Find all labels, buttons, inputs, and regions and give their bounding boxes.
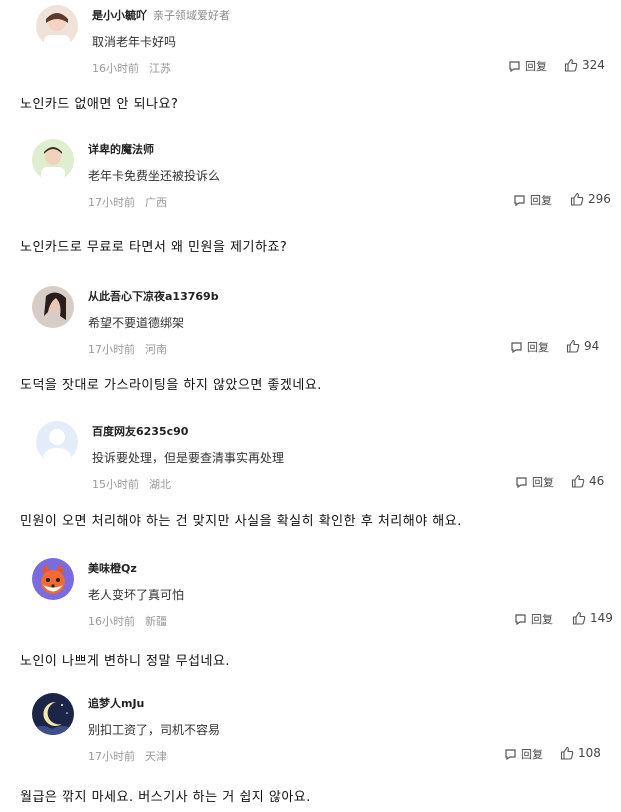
reply-button[interactable]: 回复: [514, 611, 553, 627]
username[interactable]: 美味橙Qz: [88, 562, 137, 575]
user-avatar[interactable]: [36, 421, 78, 463]
user-avatar[interactable]: [36, 5, 78, 47]
like-button[interactable]: 296: [570, 192, 611, 206]
comment-time: 17小时前: [88, 343, 135, 356]
reply-label: 回复: [531, 613, 553, 626]
user-avatar[interactable]: [32, 286, 74, 328]
comment-time: 15小时前: [92, 478, 139, 491]
translation-text: 노인카드로 무료로 타면서 왜 민원을 제기하죠?: [20, 240, 288, 255]
comment-text: 取消老年卡好吗: [92, 35, 177, 49]
reply-button[interactable]: 回复: [515, 474, 554, 490]
comment-text: 老人变坏了真可怕: [88, 588, 185, 602]
username[interactable]: 从此吾心下凉夜a13769b: [88, 290, 219, 303]
username[interactable]: 详卑的魔法师: [88, 143, 154, 156]
reply-button[interactable]: 回复: [508, 58, 547, 74]
like-button[interactable]: 46: [571, 474, 604, 488]
reply-icon: [515, 613, 526, 625]
reply-icon: [514, 194, 525, 206]
comment-location: 广西: [145, 196, 167, 209]
reply-button[interactable]: 回复: [510, 339, 549, 355]
like-button[interactable]: 324: [564, 58, 605, 72]
like-count: 108: [578, 746, 601, 760]
thumbs-up-icon: [572, 611, 586, 625]
user-avatar[interactable]: [32, 139, 74, 181]
like-count: 46: [589, 474, 605, 488]
thumbs-up-icon: [571, 474, 585, 488]
comment-text: 别扣工资了，司机不容易: [88, 723, 221, 737]
comment-text: 投诉要处理，但是要查清事实再处理: [92, 451, 285, 465]
like-count: 324: [582, 58, 605, 72]
comment-time: 17小时前: [88, 196, 135, 209]
reply-icon: [509, 60, 520, 72]
reply-label: 回复: [530, 194, 552, 207]
translation-text: 월급은 깎지 마세요. 버스기사 하는 거 쉽지 않아요.: [20, 790, 311, 805]
comment-time: 16小时前: [92, 62, 139, 75]
reply-button[interactable]: 回复: [504, 746, 543, 762]
comment-time: 16小时前: [88, 615, 135, 628]
comment-text: 希望不要道德绑架: [88, 316, 185, 330]
comment-item: 追梦人mJu 别扣工资了，司机不容易 17小时前 天津 回复 108: [0, 693, 621, 773]
thumbs-up-icon: [560, 746, 574, 760]
reply-icon: [511, 341, 522, 353]
user-tag: 亲子领域爱好者: [153, 9, 230, 22]
like-button[interactable]: 108: [560, 746, 601, 760]
like-count: 94: [584, 339, 600, 353]
like-count: 149: [590, 611, 613, 625]
like-button[interactable]: 149: [572, 611, 613, 625]
reply-icon: [505, 748, 516, 760]
username[interactable]: 百度网友6235c90: [92, 425, 188, 438]
reply-label: 回复: [525, 60, 547, 73]
comment-item: 百度网友6235c90 投诉要处理，但是要查清事实再处理 15小时前 湖北 回复 …: [0, 421, 621, 501]
like-count: 296: [588, 192, 611, 206]
comment-location: 湖北: [149, 478, 171, 491]
comment-location: 江苏: [149, 62, 171, 75]
comment-location: 河南: [145, 343, 167, 356]
comment-item: 是小小毓吖 亲子领域爱好者 取消老年卡好吗 16小时前 江苏 回复 324: [0, 5, 621, 85]
comment-location: 新疆: [145, 615, 167, 628]
comment-item: 美味橙Qz 老人变坏了真可怕 16小时前 新疆 回复 149: [0, 558, 621, 638]
reply-label: 回复: [532, 476, 554, 489]
user-avatar[interactable]: [32, 558, 74, 600]
comment-text: 老年卡免费坐还被投诉么: [88, 169, 221, 183]
translation-text: 노인카드 없애면 안 되나요?: [20, 97, 179, 112]
user-avatar[interactable]: [32, 693, 74, 735]
translation-text: 도덕을 잣대로 가스라이팅을 하지 않았으면 좋겠네요.: [20, 378, 322, 393]
comment-location: 天津: [145, 750, 167, 763]
comment-item: 详卑的魔法师 老年卡免费坐还被投诉么 17小时前 广西 回复 296: [0, 139, 621, 219]
thumbs-up-icon: [566, 339, 580, 353]
username[interactable]: 是小小毓吖: [92, 9, 147, 22]
like-button[interactable]: 94: [566, 339, 599, 353]
reply-icon: [516, 476, 527, 488]
thumbs-up-icon: [564, 58, 578, 72]
reply-label: 回复: [527, 341, 549, 354]
comment-item: 从此吾心下凉夜a13769b 希望不要道德绑架 17小时前 河南 回复 94: [0, 286, 621, 366]
translation-text: 민원이 오면 처리해야 하는 건 맞지만 사실을 확실히 확인한 후 처리해야 …: [20, 514, 462, 529]
comment-time: 17小时前: [88, 750, 135, 763]
username[interactable]: 追梦人mJu: [88, 697, 144, 710]
thumbs-up-icon: [570, 192, 584, 206]
reply-button[interactable]: 回复: [513, 192, 552, 208]
reply-label: 回复: [521, 748, 543, 761]
translation-text: 노인이 나쁘게 변하니 정말 무섭네요.: [20, 654, 231, 669]
